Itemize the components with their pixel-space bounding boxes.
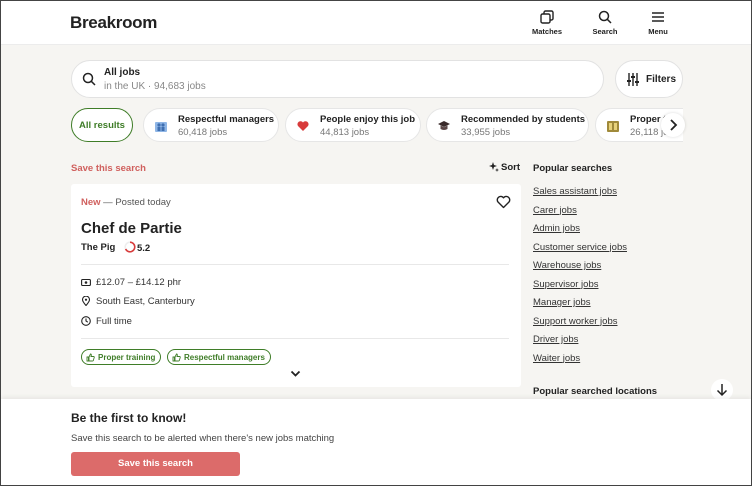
location-pin-icon <box>81 295 91 307</box>
sliders-icon <box>627 73 639 86</box>
new-badge: New <box>81 197 101 208</box>
people-icon <box>155 122 167 132</box>
save-search-button[interactable]: Save this search <box>71 452 240 476</box>
popular-searches-list: Sales assistant jobs Carer jobs Admin jo… <box>533 186 627 371</box>
search-label: Search <box>592 27 618 36</box>
chip-title: People enjoy this job <box>320 114 416 125</box>
search-nav-button[interactable]: Search <box>585 10 625 36</box>
divider <box>81 338 509 339</box>
heart-outline-icon[interactable] <box>496 195 511 209</box>
chip-all-results[interactable]: All results <box>71 108 133 142</box>
filters-button[interactable]: Filters <box>615 60 683 98</box>
tag-label: Proper training <box>98 352 156 362</box>
training-icon <box>607 121 619 132</box>
rating-value: 5.2 <box>137 243 151 254</box>
job-type: Full time <box>81 316 132 327</box>
thumbs-up-icon <box>172 353 181 361</box>
sort-sparkle-icon <box>489 162 499 172</box>
popular-search-link[interactable]: Customer service jobs <box>533 242 627 261</box>
chip-count: 44,813 jobs <box>320 127 370 138</box>
job-card[interactable]: New — Posted today Chef de Partie The Pi… <box>71 184 521 387</box>
chip-people-enjoy[interactable]: People enjoy this job 44,813 jobs <box>285 108 421 142</box>
search-location-count: in the UK · 94,683 jobs <box>104 81 206 92</box>
chip-recommended-students[interactable]: Recommended by students 33,955 jobs <box>426 108 589 142</box>
company-rating: 5.2 <box>124 241 150 254</box>
popular-search-link[interactable]: Manager jobs <box>533 297 627 316</box>
popular-search-link[interactable]: Carer jobs <box>533 205 627 224</box>
header: Breakroom Matches Search Menu <box>1 1 751 45</box>
chevron-down-icon[interactable] <box>290 370 301 378</box>
job-type-text: Full time <box>96 316 132 327</box>
thumbs-up-icon <box>86 353 95 361</box>
arrow-down-icon <box>716 384 728 397</box>
tag-proper-training[interactable]: Proper training <box>81 349 162 365</box>
job-title[interactable]: Chef de Partie <box>81 220 182 237</box>
popular-search-link[interactable]: Admin jobs <box>533 223 627 242</box>
sort-button[interactable]: Sort <box>489 162 520 173</box>
search-alert-panel: Be the first to know! Save this search t… <box>1 399 751 485</box>
popular-searches-heading: Popular searches <box>533 163 613 174</box>
sort-label: Sort <box>501 162 520 173</box>
popular-search-link[interactable]: Driver jobs <box>533 334 627 353</box>
company-name[interactable]: The Pig <box>81 242 115 253</box>
menu-label: Menu <box>648 27 668 36</box>
chip-title: Respectful managers <box>178 114 275 125</box>
banknote-icon <box>81 278 91 287</box>
matches-nav-button[interactable]: Matches <box>527 10 567 36</box>
chip-count: 60,418 jobs <box>178 127 228 138</box>
filter-chips: All results Respectful managers 60,418 j… <box>71 108 683 144</box>
save-search-link[interactable]: Save this search <box>71 163 146 174</box>
menu-nav-button[interactable]: Menu <box>638 10 678 36</box>
search-query: All jobs <box>104 67 141 78</box>
matches-label: Matches <box>531 27 562 36</box>
popular-search-link[interactable]: Sales assistant jobs <box>533 186 627 205</box>
posted-date: — Posted today <box>100 197 171 208</box>
popular-search-link[interactable]: Supervisor jobs <box>533 279 627 298</box>
tag-respectful-managers[interactable]: Respectful managers <box>167 349 271 365</box>
heart-icon <box>297 121 309 131</box>
chip-respectful-managers[interactable]: Respectful managers 60,418 jobs <box>143 108 279 142</box>
popular-locations-heading: Popular searched locations <box>533 386 658 397</box>
alert-title: Be the first to know! <box>71 411 187 425</box>
chips-next-button[interactable] <box>661 113 685 137</box>
chip-title: Recommended by students <box>461 114 586 125</box>
popular-search-link[interactable]: Waiter jobs <box>533 353 627 372</box>
rating-ring-icon <box>124 241 136 253</box>
alert-text: Save this search to be alerted when ther… <box>71 433 335 444</box>
job-location: South East, Canterbury <box>81 295 195 307</box>
search-icon <box>82 72 96 86</box>
copy-squares-icon <box>540 10 554 24</box>
search-field[interactable]: All jobs in the UK · 94,683 jobs <box>71 60 604 98</box>
job-posted-line: New — Posted today <box>81 197 171 208</box>
hamburger-icon <box>652 12 664 22</box>
location-text: South East, Canterbury <box>96 296 195 307</box>
logo[interactable]: Breakroom <box>70 13 157 33</box>
chevron-right-icon <box>670 119 678 131</box>
clock-icon <box>81 316 91 326</box>
scroll-down-button[interactable] <box>711 379 733 401</box>
tag-label: Respectful managers <box>184 352 265 362</box>
popular-search-link[interactable]: Support worker jobs <box>533 316 627 335</box>
divider <box>81 264 509 265</box>
graduation-cap-icon <box>438 121 450 130</box>
filters-label: Filters <box>646 74 677 85</box>
search-icon <box>598 10 612 24</box>
pay-text: £12.07 – £14.12 phr <box>96 277 182 288</box>
popular-search-link[interactable]: Warehouse jobs <box>533 260 627 279</box>
job-pay: £12.07 – £14.12 phr <box>81 277 181 288</box>
chip-count: 33,955 jobs <box>461 127 511 138</box>
